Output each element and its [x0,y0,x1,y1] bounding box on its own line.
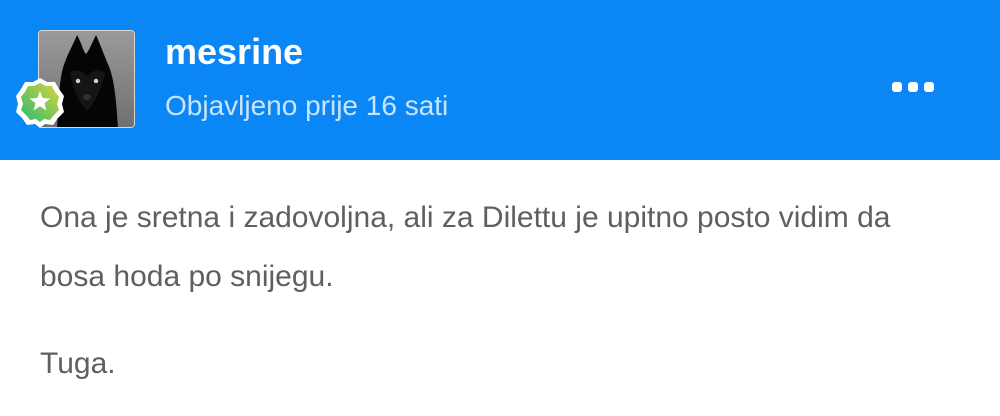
author-name[interactable]: mesrine [165,30,303,74]
star-badge-icon [14,76,66,128]
more-options-button[interactable] [884,72,942,102]
post-paragraph: Tuga. [40,347,116,380]
author-avatar-wrap[interactable] [16,30,135,128]
post-timestamp: Objavljeno prije 16 sati [165,90,449,121]
post-body: Ona je sretna i zadovoljna, ali za Dilet… [40,188,940,393]
post-header: mesrine Objavljeno prije 16 sati [0,0,1000,160]
post-paragraph: Ona je sretna i zadovoljna, ali za Dilet… [40,201,891,293]
forum-post: mesrine Objavljeno prije 16 sati Ona je … [0,0,1000,416]
more-options-icon [892,82,934,92]
